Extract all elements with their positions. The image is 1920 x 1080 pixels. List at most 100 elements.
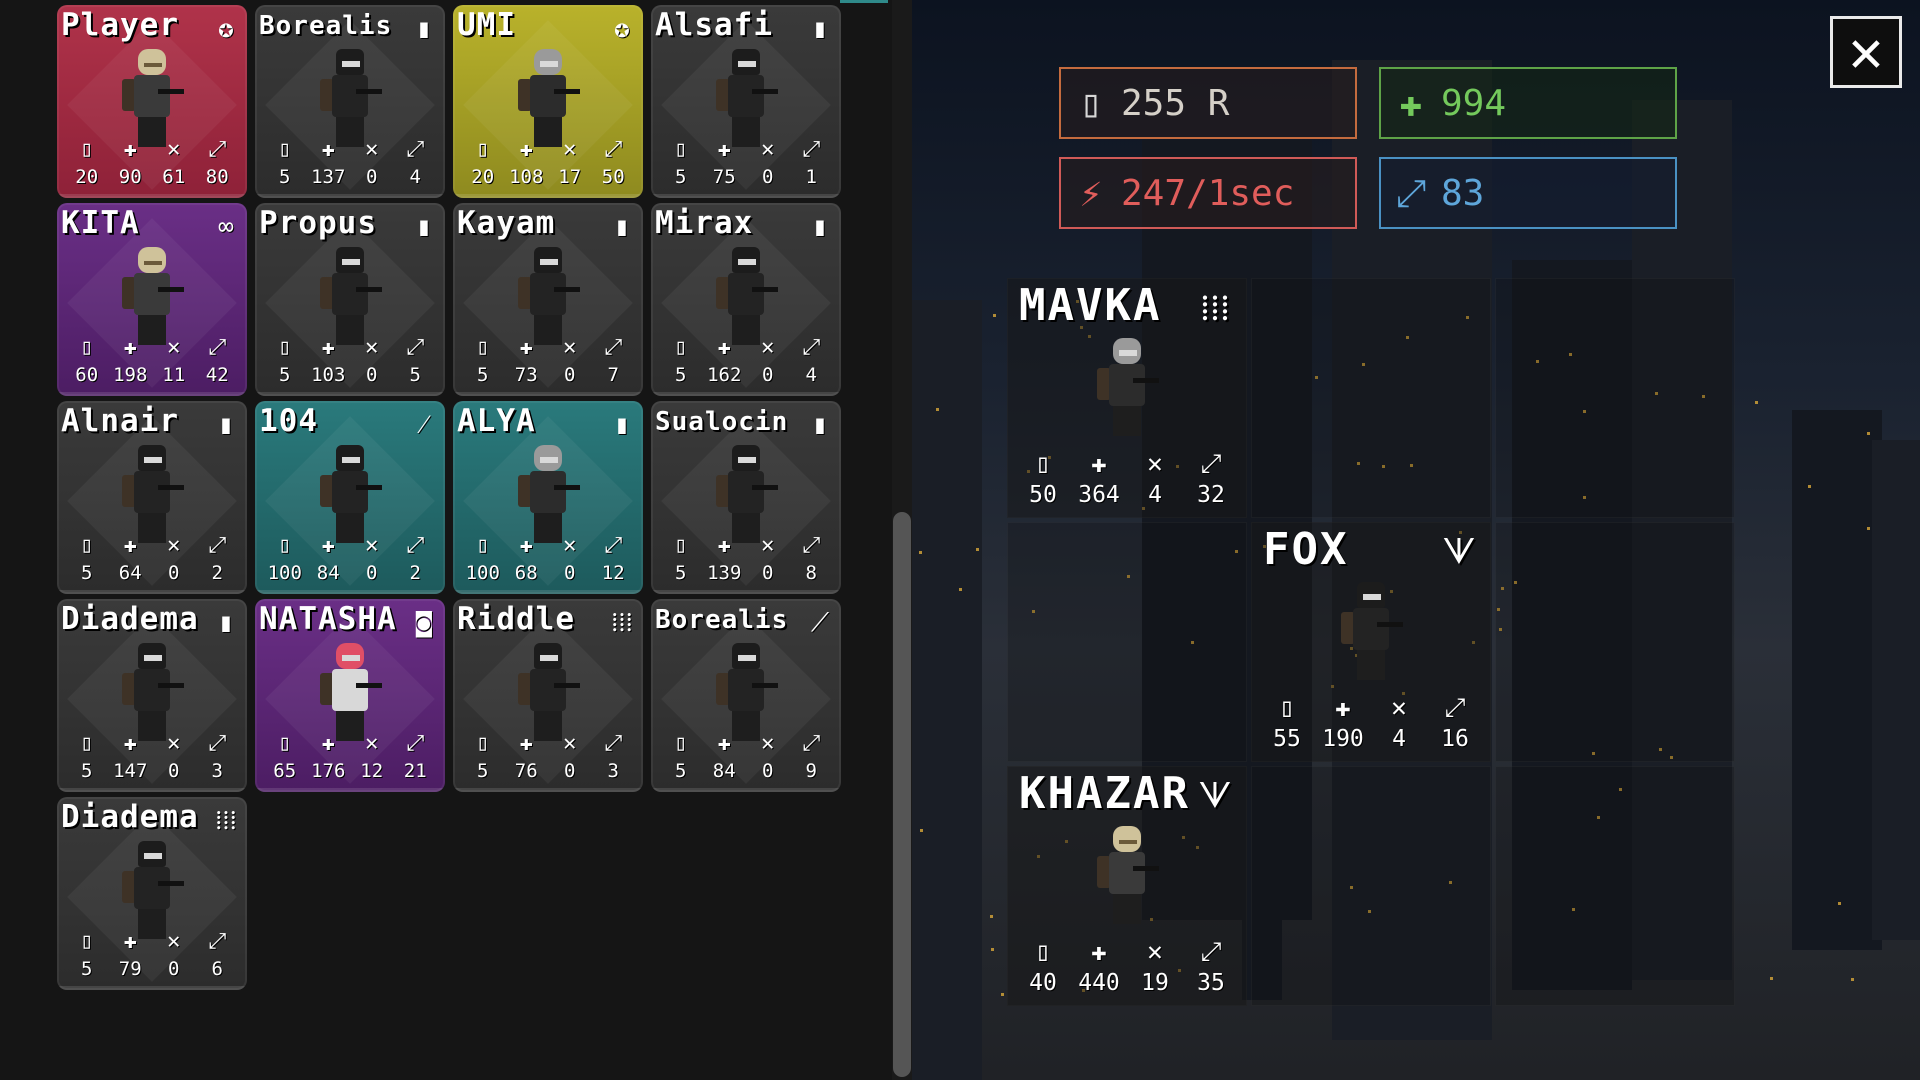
stat: ✕ 0 (746, 136, 790, 194)
roster-card[interactable]: Kayam ▮ ▯ 5 ✚ 73 ✕ 0 ⤢ 7 (453, 203, 643, 396)
soldier-sprite (716, 49, 778, 149)
stat-value: 50 (1029, 482, 1057, 508)
stat-value: 5 (477, 364, 489, 386)
radio-icon: ▯ (278, 335, 292, 360)
roster-card[interactable]: Alsafi ▮ ▯ 5 ✚ 75 ✕ 0 ⤢ 1 (651, 5, 841, 198)
roster-card[interactable]: Diadema ⁞⁞⁞ ▯ 5 ✚ 79 ✕ 0 ⤢ 6 (57, 797, 247, 990)
window-light (1808, 485, 1811, 488)
stat: ✚ 64 (109, 532, 153, 590)
stat: ✚ 73 (505, 334, 549, 392)
grid-slot[interactable] (1251, 278, 1491, 518)
stat: ⤢ 3 (196, 730, 240, 788)
stat-value: 0 (762, 760, 774, 782)
squad-member[interactable]: FOX ᗐ ▯ 55 ✚ 190 ✕ 4 ⤢ 16 (1251, 522, 1491, 762)
stat-value: 100 (465, 562, 500, 584)
soldier-sprite (716, 643, 778, 743)
grid-slot[interactable] (1251, 766, 1491, 1006)
stat-value: 35 (1197, 970, 1225, 996)
stat-value: 5 (409, 364, 421, 386)
roster-card[interactable]: NATASHA ◙ ▯ 65 ✚ 176 ✕ 12 ⤢ 21 (255, 599, 445, 792)
ammo-clip-icon: ▮ (812, 410, 828, 440)
radio-icon: ▯ (1035, 937, 1051, 967)
unit-name: Borealis (655, 605, 789, 635)
stat-value: 42 (205, 364, 229, 386)
range-icon: ⤢ (208, 335, 227, 360)
medkit-icon: ✚ (519, 533, 533, 558)
roster-card[interactable]: ALYA ▮ ▯ 100 ✚ 68 ✕ 0 ⤢ 12 (453, 401, 643, 594)
range-resource: ⤢ 83 (1379, 157, 1677, 229)
stat-value: 75 (712, 166, 736, 188)
stat: ▯ 5 (659, 730, 703, 788)
range-icon: ⤢ (406, 731, 425, 756)
damage-icon: ✕ (167, 533, 181, 558)
grid-slot[interactable] (1495, 522, 1735, 762)
damage-icon: ✕ (167, 929, 181, 954)
star-badge-icon: ✪ (218, 14, 234, 44)
stat: ⤢ 3 (592, 730, 636, 788)
stat-value: 90 (118, 166, 142, 188)
binoculars-icon: ∞ (218, 212, 234, 242)
stat: ⤢ 8 (790, 532, 834, 590)
damage-icon: ✕ (563, 137, 577, 162)
stat-row: ▯ 60 ✚ 198 ✕ 11 ⤢ 42 (57, 334, 247, 392)
medkit-icon: ✚ (717, 137, 731, 162)
stat-value: 0 (366, 364, 378, 386)
unit-name: KITA (61, 205, 140, 241)
roster-card[interactable]: Diadema ▮ ▯ 5 ✚ 147 ✕ 0 ⤢ 3 (57, 599, 247, 792)
grid-slot[interactable] (1007, 522, 1247, 762)
stat: ✚ 440 (1077, 936, 1121, 1000)
window-light (1851, 978, 1854, 981)
stat-row: ▯ 5 ✚ 137 ✕ 0 ⤢ 4 (255, 136, 445, 194)
soldier-sprite (716, 445, 778, 545)
stat: ✚ 76 (505, 730, 549, 788)
squad-member[interactable]: MAVKA ⁞⁞⁞ ▯ 50 ✚ 364 ✕ 4 ⤢ 32 (1007, 278, 1247, 518)
stat: ▯ 5 (461, 730, 505, 788)
stat-value: 108 (509, 166, 544, 188)
squad-member[interactable]: KHAZAR ᗐ ▯ 40 ✚ 440 ✕ 19 ⤢ 35 (1007, 766, 1247, 1006)
stat: ▯ 5 (65, 730, 109, 788)
roster-card[interactable]: Player ✪ ▯ 20 ✚ 90 ✕ 61 ⤢ 80 (57, 5, 247, 198)
stat: ▯ 5 (659, 334, 703, 392)
damage-icon: ✕ (563, 533, 577, 558)
radio-icon: ▯ (1279, 693, 1295, 723)
range-icon: ⤢ (208, 929, 227, 954)
window-light (1001, 993, 1004, 996)
stat: ✕ 0 (548, 334, 592, 392)
stat-value: 0 (168, 958, 180, 980)
roster-card[interactable]: 104 ⁄ ▯ 100 ✚ 84 ✕ 0 ⤢ 2 (255, 401, 445, 594)
roster-card[interactable]: Mirax ▮ ▯ 5 ✚ 162 ✕ 0 ⤢ 4 (651, 203, 841, 396)
stat-value: 17 (558, 166, 582, 188)
roster-card[interactable]: Alnair ▮ ▯ 5 ✚ 64 ✕ 0 ⤢ 2 (57, 401, 247, 594)
scrollbar-thumb[interactable] (893, 512, 911, 1077)
close-button[interactable]: ✕ (1830, 16, 1902, 88)
ammo-clip-icon: ▮ (218, 410, 234, 440)
stat-value: 1 (805, 166, 817, 188)
stat: ✕ 17 (548, 136, 592, 194)
roster-card[interactable]: Borealis ▮ ▯ 5 ✚ 137 ✕ 0 ⤢ 4 (255, 5, 445, 198)
stat-value: 4 (409, 166, 421, 188)
stat: ✕ 12 (350, 730, 394, 788)
stat-value: 100 (267, 562, 302, 584)
roster-card[interactable]: Borealis ⟋ ▯ 5 ✚ 84 ✕ 0 ⤢ 9 (651, 599, 841, 792)
grid-slot[interactable] (1495, 766, 1735, 1006)
roster-card[interactable]: KITA ∞ ▯ 60 ✚ 198 ✕ 11 ⤢ 42 (57, 203, 247, 396)
stat: ✚ 137 (307, 136, 351, 194)
roster-card[interactable]: Propus ▮ ▯ 5 ✚ 103 ✕ 0 ⤢ 5 (255, 203, 445, 396)
stat-row: ▯ 5 ✚ 79 ✕ 0 ⤢ 6 (57, 928, 247, 986)
stat-value: 0 (168, 562, 180, 584)
unit-name: Mirax (655, 205, 754, 241)
roster-card[interactable]: Sualocin ▮ ▯ 5 ✚ 139 ✕ 0 ⤢ 8 (651, 401, 841, 594)
stat-row: ▯ 5 ✚ 75 ✕ 0 ⤢ 1 (651, 136, 841, 194)
stat-value: 84 (316, 562, 340, 584)
soldier-sprite (122, 643, 184, 743)
bullets-icon: ⁞⁞⁞ (215, 806, 237, 836)
building (1872, 440, 1920, 940)
medkit-icon: ✚ (1335, 693, 1351, 723)
stat: ✚ 162 (703, 334, 747, 392)
roster-card[interactable]: UMI ✪ ▯ 20 ✚ 108 ✕ 17 ⤢ 50 (453, 5, 643, 198)
stat-value: 0 (564, 562, 576, 584)
grid-slot[interactable] (1495, 278, 1735, 518)
ammo-clip-icon: ▮ (812, 212, 828, 242)
stat-value: 5 (279, 364, 291, 386)
roster-card[interactable]: Riddle ⁞⁞⁞ ▯ 5 ✚ 76 ✕ 0 ⤢ 3 (453, 599, 643, 792)
